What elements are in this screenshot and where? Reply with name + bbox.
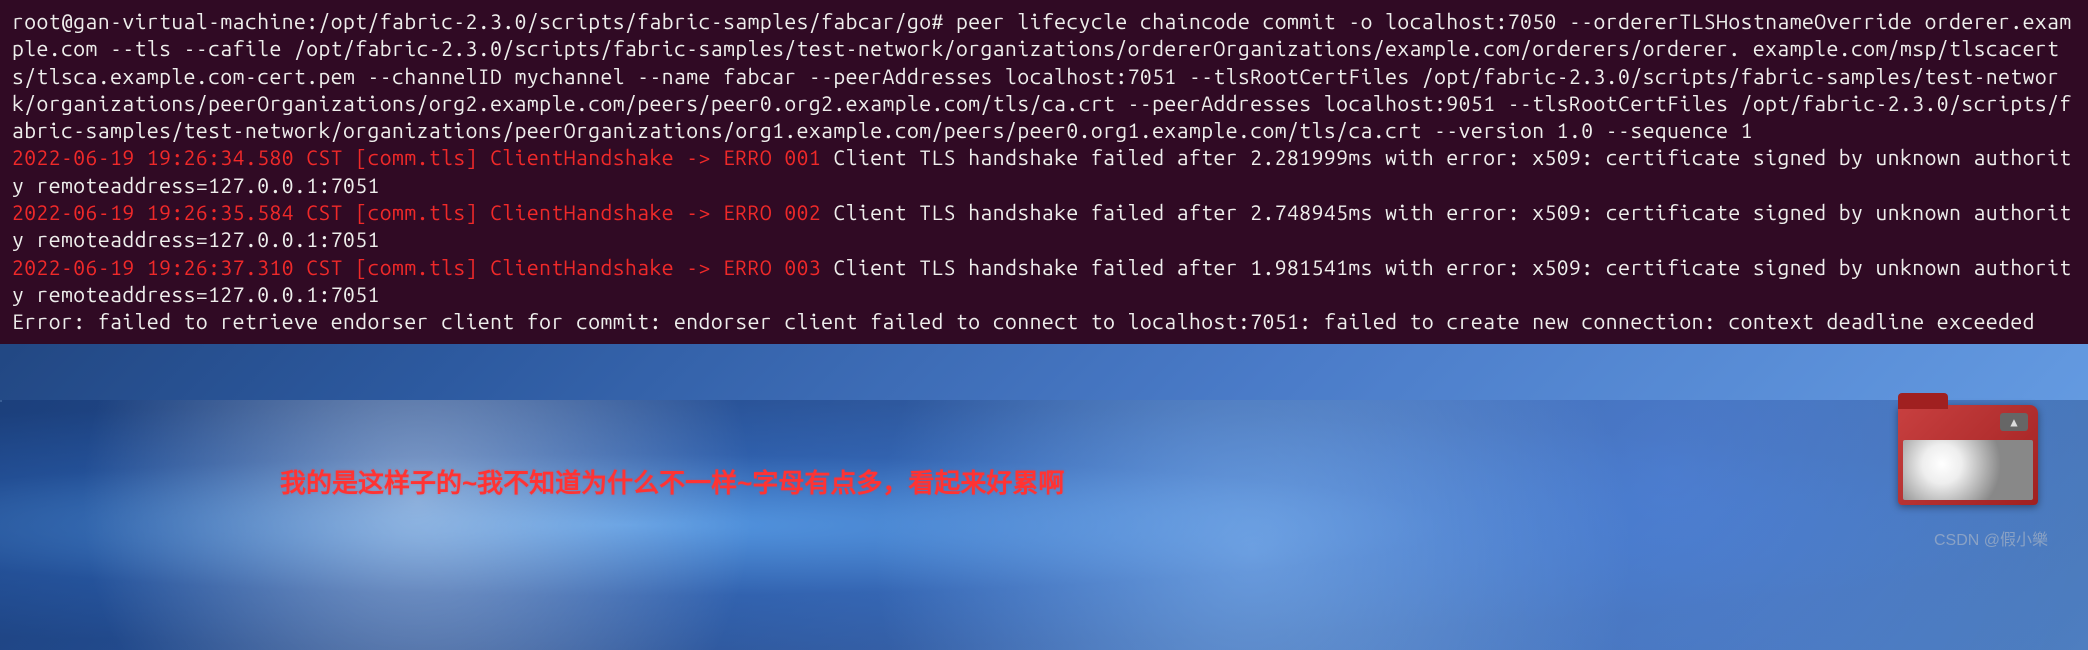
error-prefix: 2022-06-19 19:26:34.580 CST [comm.tls] C… bbox=[12, 145, 821, 169]
error-line-3: 2022-06-19 19:26:37.310 CST [comm.tls] C… bbox=[12, 254, 2076, 309]
error-line-2: 2022-06-19 19:26:35.584 CST [comm.tls] C… bbox=[12, 199, 2076, 254]
annotation-text: 我的是这样子的~我不知道为什么不一样~字母有点多，看起来好累啊 bbox=[280, 463, 1064, 500]
shell-prompt: root@gan-virtual-machine:/opt/fabric-2.3… bbox=[12, 9, 956, 33]
folder-thumbnail bbox=[1903, 440, 2033, 500]
watermark-text: CSDN @假小樂 bbox=[1934, 526, 2048, 550]
terminal-window[interactable]: root@gan-virtual-machine:/opt/fabric-2.3… bbox=[0, 0, 2088, 344]
folder-shape: ▲ bbox=[1898, 405, 2038, 505]
final-error-line: Error: failed to retrieve endorser clien… bbox=[12, 308, 2076, 335]
desktop-background bbox=[0, 400, 2088, 650]
error-prefix: 2022-06-19 19:26:35.584 CST [comm.tls] C… bbox=[12, 200, 821, 224]
desktop-folder-icon[interactable]: ▲ bbox=[1898, 405, 2038, 515]
error-prefix: 2022-06-19 19:26:37.310 CST [comm.tls] C… bbox=[12, 255, 821, 279]
folder-arrow-icon: ▲ bbox=[2000, 413, 2028, 431]
command-line: root@gan-virtual-machine:/opt/fabric-2.3… bbox=[12, 8, 2076, 144]
error-line-1: 2022-06-19 19:26:34.580 CST [comm.tls] C… bbox=[12, 144, 2076, 199]
